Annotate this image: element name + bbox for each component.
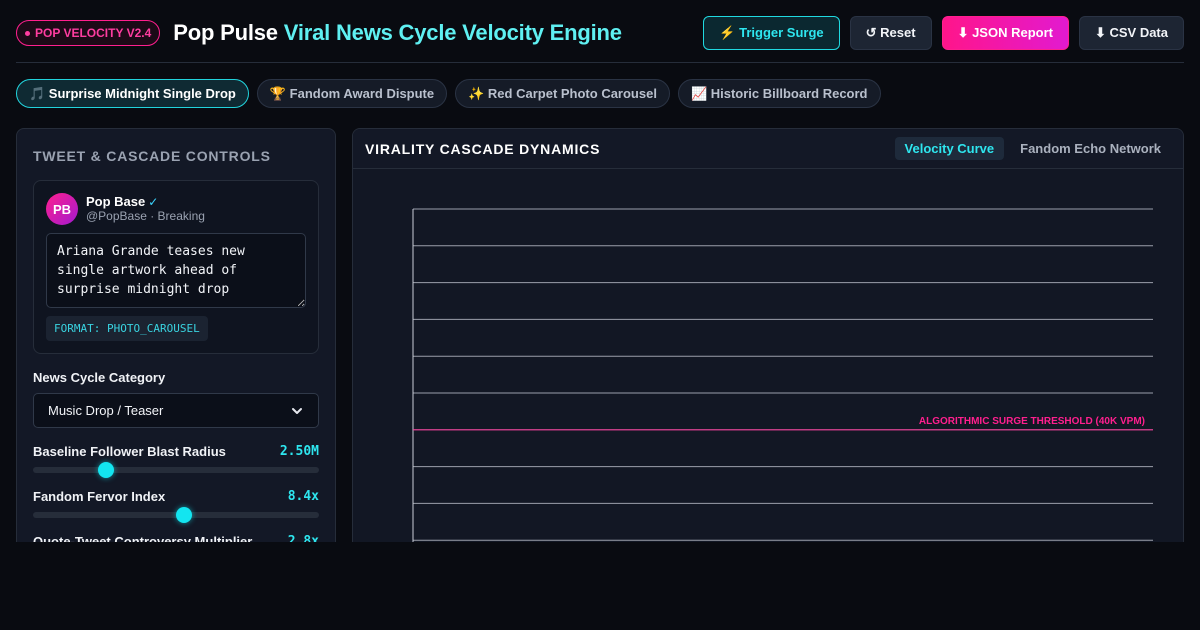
fandom-fervor-value: 8.4x [287, 489, 319, 504]
controls-heading: TWEET & CASCADE CONTROLS [33, 148, 271, 164]
scenario-midnight-drop[interactable]: 🎵 Surprise Midnight Single Drop [16, 79, 249, 108]
velocity-chart: ALGORITHMIC SURGE THRESHOLD (40K VPM) [412, 208, 1153, 567]
app-title-brand: Pop Pulse [173, 20, 278, 45]
header-actions: ⚡ Trigger Surge ↺ Reset ⬇ JSON Report ⬇ … [703, 16, 1184, 50]
fandom-fervor-slider[interactable] [33, 507, 319, 523]
app-header: POP VELOCITY V2.4 Pop Pulse Viral News C… [16, 14, 1184, 52]
tweet-handle: @PopBase · Breaking [86, 209, 205, 223]
live-dot-icon [25, 30, 30, 36]
app-title: Pop Pulse Viral News Cycle Velocity Engi… [173, 20, 622, 46]
fandom-fervor-thumb[interactable] [175, 507, 192, 523]
scenario-billboard-record[interactable]: 📈 Historic Billboard Record [677, 79, 881, 108]
chart-panel: VIRALITY CASCADE DYNAMICS Velocity Curve… [352, 128, 1184, 568]
header-divider [16, 62, 1184, 63]
verified-icon: ✓ [148, 195, 159, 209]
category-label: News Cycle Category [33, 370, 166, 385]
scenario-award-dispute[interactable]: 🏆 Fandom Award Dispute [256, 79, 448, 108]
app-title-tagline: Viral News Cycle Velocity Engine [283, 20, 622, 45]
trigger-surge-button[interactable]: ⚡ Trigger Surge [703, 16, 840, 50]
lower-blank-area [0, 542, 1200, 630]
tab-velocity-curve[interactable]: Velocity Curve [894, 137, 1005, 160]
avatar: PB [46, 193, 78, 225]
fandom-fervor-label: Fandom Fervor Index [33, 489, 166, 504]
chart-header: VIRALITY CASCADE DYNAMICS Velocity Curve… [353, 129, 1183, 169]
reset-button[interactable]: ↺ Reset [849, 16, 932, 50]
blast-radius-thumb[interactable] [97, 462, 114, 478]
blast-radius-label: Baseline Follower Blast Radius [33, 444, 226, 459]
category-select-value: Music Drop / Teaser [48, 403, 164, 418]
tweet-card: PB Pop Base✓ @PopBase · Breaking FORMAT:… [33, 180, 319, 354]
csv-data-button[interactable]: ⬇ CSV Data [1078, 16, 1184, 50]
blast-radius-value: 2.50M [279, 444, 319, 459]
tab-fandom-echo-network[interactable]: Fandom Echo Network [1010, 137, 1171, 160]
tweet-text-input[interactable] [46, 233, 306, 308]
scenario-selector: 🎵 Surprise Midnight Single Drop 🏆 Fandom… [16, 79, 881, 108]
format-tag: FORMAT: PHOTO_CAROUSEL [46, 316, 208, 341]
category-select[interactable]: Music Drop / Teaser [33, 393, 319, 428]
controls-panel: TWEET & CASCADE CONTROLS PB Pop Base ✓ @P… [16, 128, 336, 568]
chart-title: VIRALITY CASCADE DYNAMICS [365, 141, 601, 157]
chart-tabs: Velocity Curve Fandom Echo Network [894, 137, 1171, 160]
version-badge: POP VELOCITY V2.4 [16, 20, 161, 46]
blast-radius-slider[interactable] [33, 462, 319, 478]
tweet-author: Pop Base ✓ [86, 194, 158, 209]
tweet-author-name: Pop Base [86, 194, 146, 209]
version-badge-label: POP VELOCITY V2.4 [35, 26, 152, 40]
chevron-down-icon [292, 407, 302, 414]
scenario-red-carpet[interactable]: ✨ Red Carpet Photo Carousel [455, 79, 670, 108]
threshold-label: ALGORITHMIC SURGE THRESHOLD (40K VPM) [919, 416, 1145, 427]
json-report-button[interactable]: ⬇ JSON Report [941, 16, 1069, 50]
